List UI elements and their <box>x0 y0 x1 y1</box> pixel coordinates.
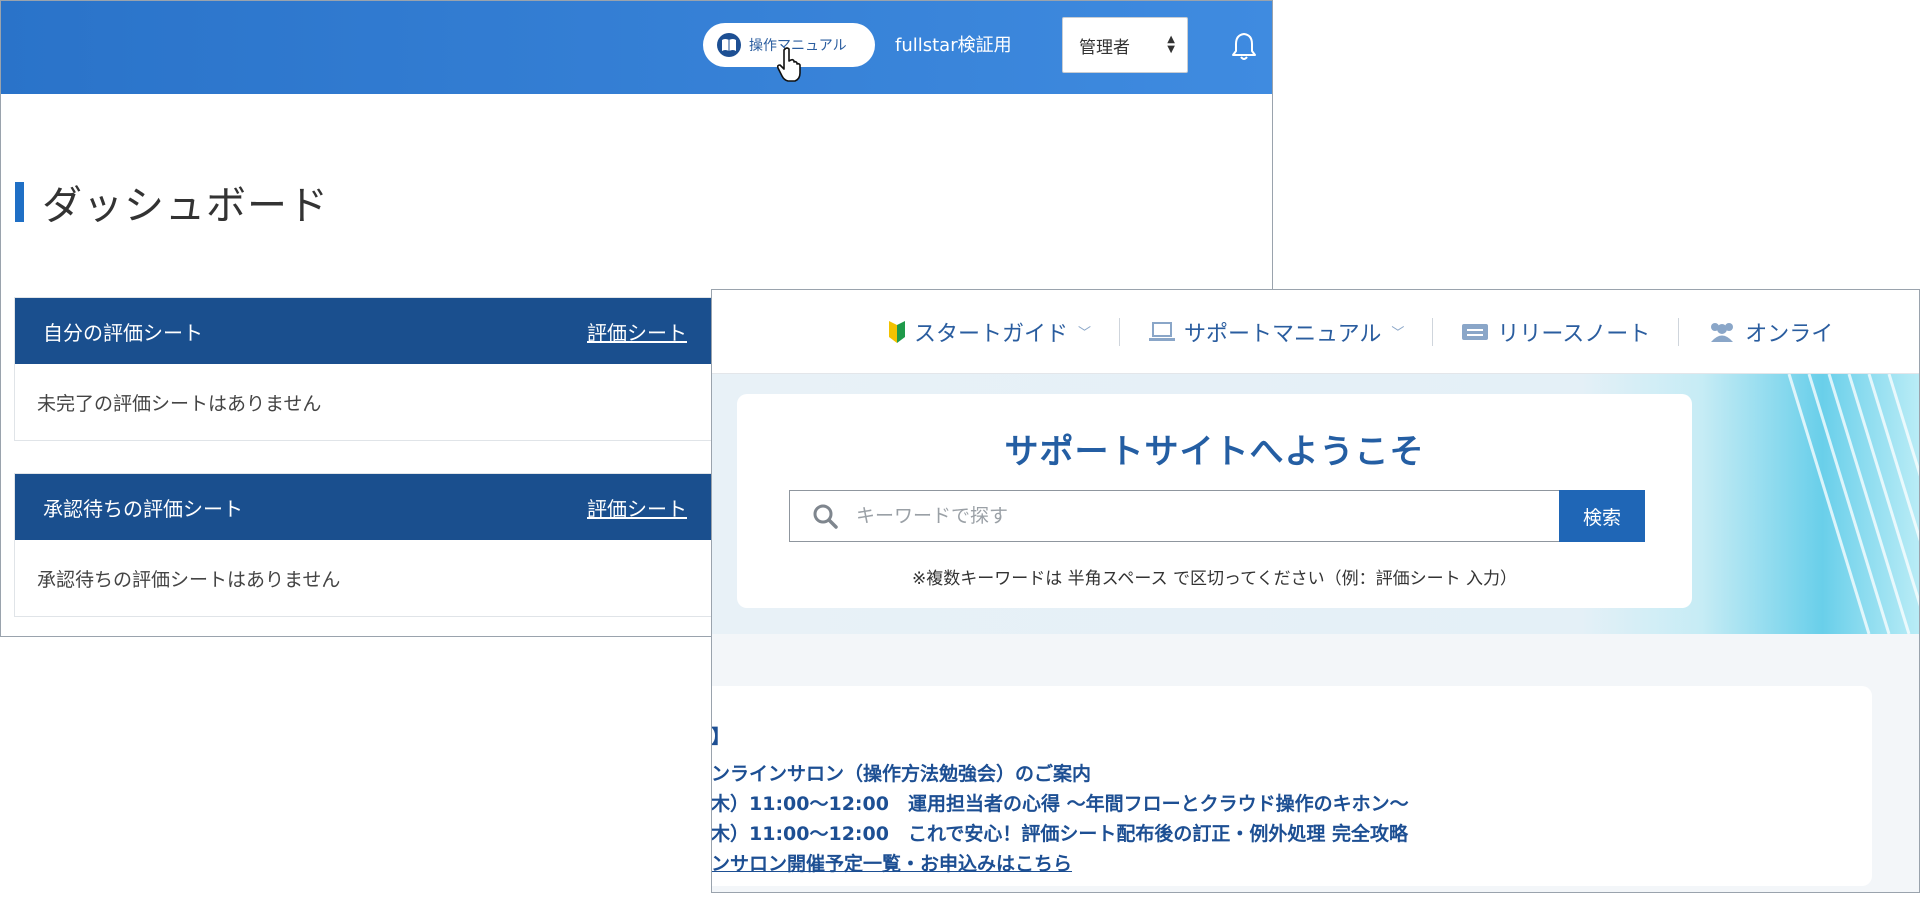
nav-divider <box>1119 317 1121 346</box>
bell-icon[interactable] <box>1230 31 1258 61</box>
search-icon <box>813 504 838 529</box>
role-select[interactable]: 管理者 ▲ ▼ <box>1062 17 1188 73</box>
card-title: 承認待ちの評価シート <box>43 496 243 521</box>
chevron-down-icon: ﹀ <box>1391 326 1405 341</box>
search-hint: ※複数キーワードは 半角スペース で区切ってください（例：評価シート 入力） <box>911 569 1518 589</box>
nav-divider <box>1678 317 1680 346</box>
app-header: 操作マニュアル fullstar検証用 管理者 ▲ ▼ <box>1 1 1272 94</box>
card-title: 自分の評価シート <box>43 320 203 345</box>
nav-support-manual[interactable]: サポートマニュアル ﹀ <box>1148 316 1404 348</box>
news-item: （木）11:00〜12:00 これで安心！評価シート配布後の訂正・例外処理 完全… <box>711 823 1409 845</box>
news-title: オンラインサロン（操作方法勉強会）のご案内 <box>711 763 1092 785</box>
nav-label: リリースノート <box>1497 321 1651 347</box>
nav-online-salon[interactable]: オンライ <box>1707 316 1833 348</box>
news-item: （木）11:00〜12:00 運用担当者の心得 〜年間フローとクラウド操作のキホ… <box>711 793 1409 815</box>
support-nav: スタートガイド ﹀ サポートマニュアル ﹀ リリースノート オンライ <box>712 290 1919 374</box>
nav-label: オンライ <box>1745 321 1834 347</box>
search-button[interactable]: 検索 <box>1559 490 1645 542</box>
page-title-block: ダッシュボード <box>15 173 329 231</box>
salon-schedule-link[interactable]: インサロン開催予定一覧・お申込みはこちら <box>712 849 1072 876</box>
beginner-mark-icon <box>889 320 905 343</box>
decorative-stripes <box>1787 374 1919 634</box>
news-panel: せ】 オンラインサロン（操作方法勉強会）のご案内 （木）11:00〜12:00 … <box>711 686 1872 886</box>
welcome-title: サポートサイトへようこそ <box>1004 432 1425 472</box>
users-icon <box>1711 322 1734 342</box>
news-heading: せ】 <box>711 726 731 748</box>
book-icon <box>717 33 741 57</box>
nav-start-guide[interactable]: スタートガイド ﹀ <box>888 316 1091 348</box>
support-site-window: スタートガイド ﹀ サポートマニュアル ﹀ リリースノート オンライ サポートサ… <box>711 289 1920 893</box>
role-select-value: 管理者 <box>1079 37 1130 58</box>
chevron-down-icon: ﹀ <box>1078 326 1092 341</box>
laptop-icon <box>1149 321 1176 341</box>
hero-banner: サポートサイトへようこそ 検索 ※複数キーワードは 半角スペース で区切ってくだ… <box>712 374 1919 634</box>
empty-message: 未完了の評価シートはありません <box>37 392 322 415</box>
search-input[interactable] <box>856 505 1536 527</box>
nav-label: サポートマニュアル <box>1184 321 1382 347</box>
title-accent-bar <box>15 182 24 222</box>
empty-message: 承認待ちの評価シートはありません <box>37 568 341 591</box>
search-card: サポートサイトへようこそ 検索 ※複数キーワードは 半角スペース で区切ってくだ… <box>737 394 1692 608</box>
document-icon <box>1462 323 1489 340</box>
nav-divider <box>1432 317 1434 346</box>
evaluation-sheet-link[interactable]: 評価シート <box>587 493 687 522</box>
page-title: ダッシュボード <box>42 183 329 229</box>
account-name[interactable]: fullstar検証用 <box>895 31 1012 57</box>
nav-release-notes[interactable]: リリースノート <box>1461 316 1650 348</box>
hand-cursor-icon <box>776 47 801 82</box>
select-arrows-icon: ▲ ▼ <box>1167 34 1175 55</box>
evaluation-sheet-link[interactable]: 評価シート <box>587 317 687 346</box>
nav-label: スタートガイド <box>914 321 1069 347</box>
search-field[interactable] <box>789 490 1559 542</box>
search-row: 検索 <box>789 490 1645 542</box>
